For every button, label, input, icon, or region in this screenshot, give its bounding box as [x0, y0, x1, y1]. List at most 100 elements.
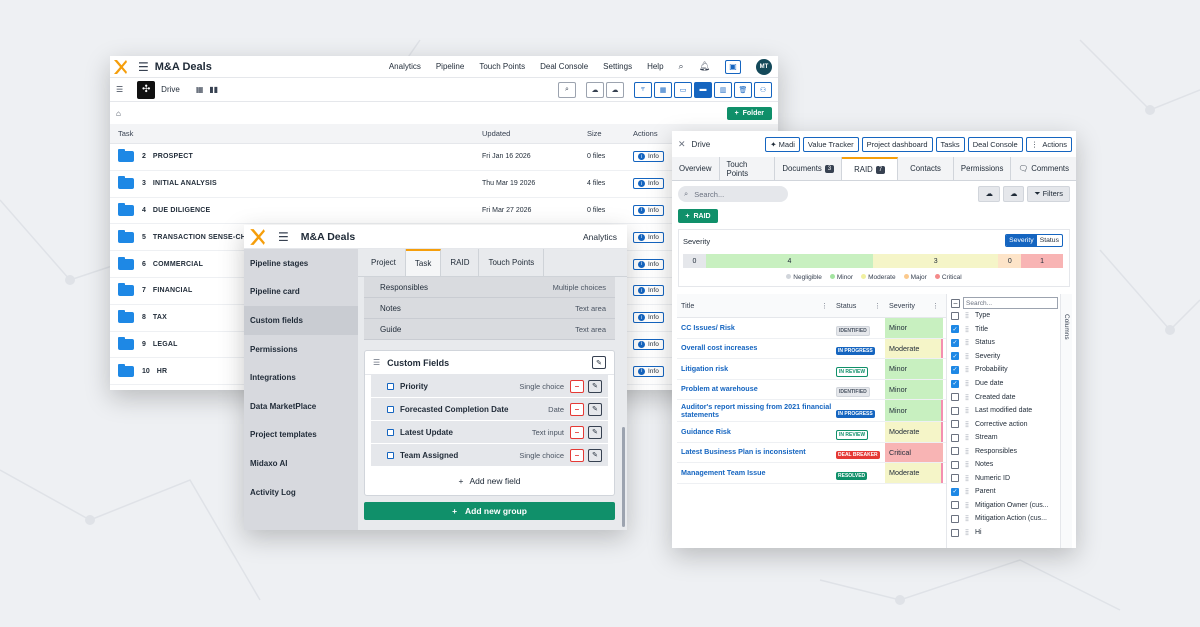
project-dashboard-button[interactable]: Project dashboard	[861, 136, 933, 152]
sidebar-item-data-marketplace[interactable]: Data MarketPlace	[244, 392, 358, 421]
drag-handle-icon[interactable]: ⣿	[963, 434, 971, 441]
value-tracker-button[interactable]: Value Tracker	[802, 136, 859, 152]
column-menu-icon[interactable]: ⋮	[932, 301, 939, 310]
drag-handle-icon[interactable]: ⣿	[963, 326, 971, 333]
nav-pipeline[interactable]: Pipeline	[436, 62, 464, 71]
nav-settings[interactable]: Settings	[603, 62, 632, 71]
column-title[interactable]: Title ⋮	[677, 301, 832, 310]
severity-segment-major[interactable]: 0	[998, 254, 1022, 268]
column-checkbox[interactable]	[951, 406, 959, 415]
edit-field-button[interactable]: ✎	[588, 402, 602, 416]
drag-handle-icon[interactable]: ⣿	[963, 339, 971, 346]
column-checkbox[interactable]: ✓	[951, 338, 959, 347]
raid-title-link[interactable]: Overall cost increases	[677, 344, 832, 352]
drag-handle-icon[interactable]: ⣿	[963, 380, 971, 387]
column-status[interactable]: Status ⋮	[832, 301, 885, 310]
actions-button[interactable]: ⋮ Actions	[1025, 136, 1072, 152]
column-checkbox[interactable]	[951, 420, 959, 429]
column-option[interactable]: ⣿ Type	[948, 309, 1061, 323]
raid-title-link[interactable]: Problem at warehouse	[677, 385, 832, 393]
column-option[interactable]: ✓ ⣿ Title	[948, 323, 1061, 337]
download-cloud-button[interactable]: ☁	[978, 186, 1000, 202]
field-checkbox[interactable]	[387, 428, 394, 436]
tab-raid[interactable]: RAID 7	[842, 157, 899, 180]
trash-button[interactable]: 🗑︎	[734, 81, 752, 98]
folder-name[interactable]: DUE DILIGENCE	[153, 207, 210, 214]
column-option[interactable]: ⣿ Notes	[948, 458, 1061, 472]
folder-name[interactable]: INITIAL ANALYSIS	[153, 180, 217, 187]
drag-handle-icon[interactable]: ⣿	[963, 488, 971, 495]
column-checkbox[interactable]	[951, 447, 959, 456]
field-checkbox[interactable]	[387, 382, 394, 390]
nav-analytics[interactable]: Analytics	[389, 62, 421, 71]
column-updated[interactable]: Updated	[482, 129, 587, 138]
table-button[interactable]: ▦	[654, 81, 672, 98]
severity-segment-critical[interactable]: 1	[1021, 254, 1063, 268]
column-checkbox[interactable]	[951, 528, 959, 537]
bell-icon[interactable]: 🔔︎	[699, 61, 710, 72]
drag-handle-icon[interactable]: ⣿	[963, 502, 971, 509]
add-raid-button[interactable]: + RAID	[678, 209, 718, 223]
tasks-button[interactable]: Tasks	[935, 136, 965, 152]
tab-overview[interactable]: Overview	[672, 157, 720, 180]
close-icon[interactable]: ✕	[678, 139, 686, 150]
tab-contacts[interactable]: Contacts	[898, 157, 954, 180]
menu-icon[interactable]: ☰	[116, 85, 123, 94]
info-button[interactable]: i Info	[633, 338, 664, 350]
sidebar-item-midaxo-ai[interactable]: Midaxo AI	[244, 449, 358, 478]
app-logo-icon[interactable]	[110, 57, 130, 77]
column-checkbox[interactable]	[951, 474, 959, 483]
raid-row[interactable]: Latest Business Plan is inconsistent DEAL…	[677, 442, 946, 463]
nav-analytics[interactable]: Analytics	[583, 232, 627, 242]
field-checkbox[interactable]	[387, 405, 394, 413]
chart-button[interactable]: ▥	[714, 81, 732, 98]
severity-segment-minor[interactable]: 4	[705, 254, 873, 268]
raid-title-link[interactable]: Latest Business Plan is inconsistent	[677, 448, 832, 456]
folder-name[interactable]: TRANSACTION SENSE-CH	[153, 234, 246, 241]
add-new-group-button[interactable]: + Add new group	[364, 502, 615, 520]
tab-permissions[interactable]: Permissions	[954, 157, 1012, 180]
madi-button[interactable]: ✦ Madi	[765, 136, 800, 152]
tab-task[interactable]: Task	[405, 249, 442, 276]
column-severity[interactable]: Severity ⋮	[885, 301, 943, 310]
list-view-icon[interactable]: ▮▮	[209, 85, 218, 94]
app-logo-icon[interactable]	[244, 225, 270, 249]
remove-field-button[interactable]: –	[570, 402, 584, 416]
add-folder-button[interactable]: + Folder	[726, 106, 772, 120]
column-option[interactable]: ✓ ⣿ Severity	[948, 350, 1061, 364]
search-button[interactable]: ⌕	[558, 81, 576, 98]
drag-handle-icon[interactable]: ⣿	[963, 407, 971, 414]
column-size[interactable]: Size	[587, 129, 633, 138]
column-option[interactable]: ✓ ⣿ Probability	[948, 363, 1061, 377]
tab-comments[interactable]: 🗨︎ Comments	[1011, 157, 1076, 180]
raid-row[interactable]: Problem at warehouse IDENTIFIED Minor	[677, 379, 946, 400]
info-button[interactable]: i Info	[633, 178, 664, 190]
menu-icon[interactable]: ☰	[278, 230, 289, 244]
column-checkbox[interactable]	[951, 311, 959, 320]
column-task[interactable]: Task	[118, 129, 482, 138]
folder-name[interactable]: TAX	[153, 314, 167, 321]
tab-project[interactable]: Project	[362, 249, 406, 276]
raid-row[interactable]: Overall cost increases IN PROGRESS Moderat…	[677, 338, 946, 359]
id-card-icon[interactable]: ▣	[725, 59, 741, 74]
edit-group-button[interactable]: ✎	[592, 356, 606, 369]
column-option[interactable]: ⣿ Corrective action	[948, 417, 1061, 431]
folder-name[interactable]: HR	[157, 368, 168, 375]
columns-search-input[interactable]: Search...	[963, 297, 1058, 309]
raid-row[interactable]: Guidance Risk IN REVIEW Moderate	[677, 422, 946, 443]
drag-handle-icon[interactable]: ⣿	[963, 353, 971, 360]
column-option[interactable]: ✓ ⣿ Status	[948, 336, 1061, 350]
drag-handle-icon[interactable]: ⣿	[963, 394, 971, 401]
sidebar-item-pipeline-card[interactable]: Pipeline card	[244, 278, 358, 307]
drag-handle-icon[interactable]: ⣿	[963, 529, 971, 536]
info-button[interactable]: i Info	[633, 312, 664, 324]
select-all-checkbox[interactable]: –	[951, 298, 960, 308]
deal-console-button[interactable]: Deal Console	[967, 136, 1023, 152]
drag-handle-icon[interactable]: ⣿	[963, 461, 971, 468]
nav-touch-points[interactable]: Touch Points	[479, 62, 525, 71]
raid-row[interactable]: Litigation risk IN REVIEW Minor	[677, 359, 946, 380]
severity-segment-moderate[interactable]: 3	[872, 254, 999, 268]
toggle-status[interactable]: Status	[1037, 235, 1062, 246]
column-option[interactable]: ⣿ Last modified date	[948, 404, 1061, 418]
tab-raid[interactable]: RAID	[441, 249, 480, 276]
